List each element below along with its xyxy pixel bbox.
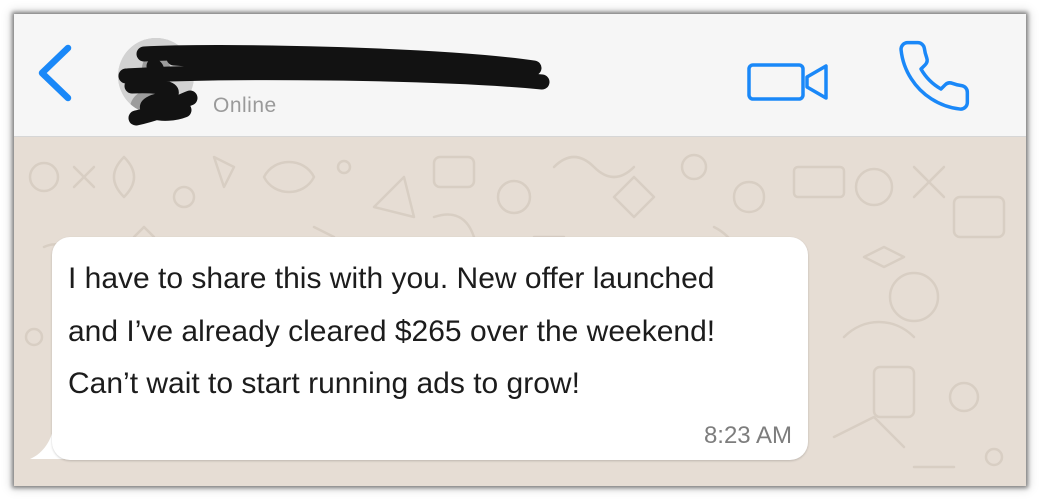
message-bubble[interactable]: I have to share this with you. New offer… (52, 237, 808, 460)
chat-area[interactable]: I have to share this with you. New offer… (14, 137, 1026, 486)
contact-status: Online (213, 94, 277, 117)
chat-window: Jack Thompson Online I have to share thi… (14, 14, 1026, 486)
contact-name[interactable]: Jack Thompson (212, 44, 440, 78)
message-timestamp: 8:23 AM (703, 422, 792, 449)
avatar[interactable] (118, 38, 194, 114)
video-call-button[interactable] (746, 60, 830, 104)
video-camera-icon (747, 63, 828, 101)
chevron-left-icon (38, 44, 72, 102)
message-text: I have to share this with you. New offer… (68, 262, 716, 400)
phone-icon (899, 40, 970, 111)
voice-call-button[interactable] (894, 36, 974, 116)
chat-header: Jack Thompson Online (14, 14, 1026, 137)
back-button[interactable] (32, 42, 80, 104)
